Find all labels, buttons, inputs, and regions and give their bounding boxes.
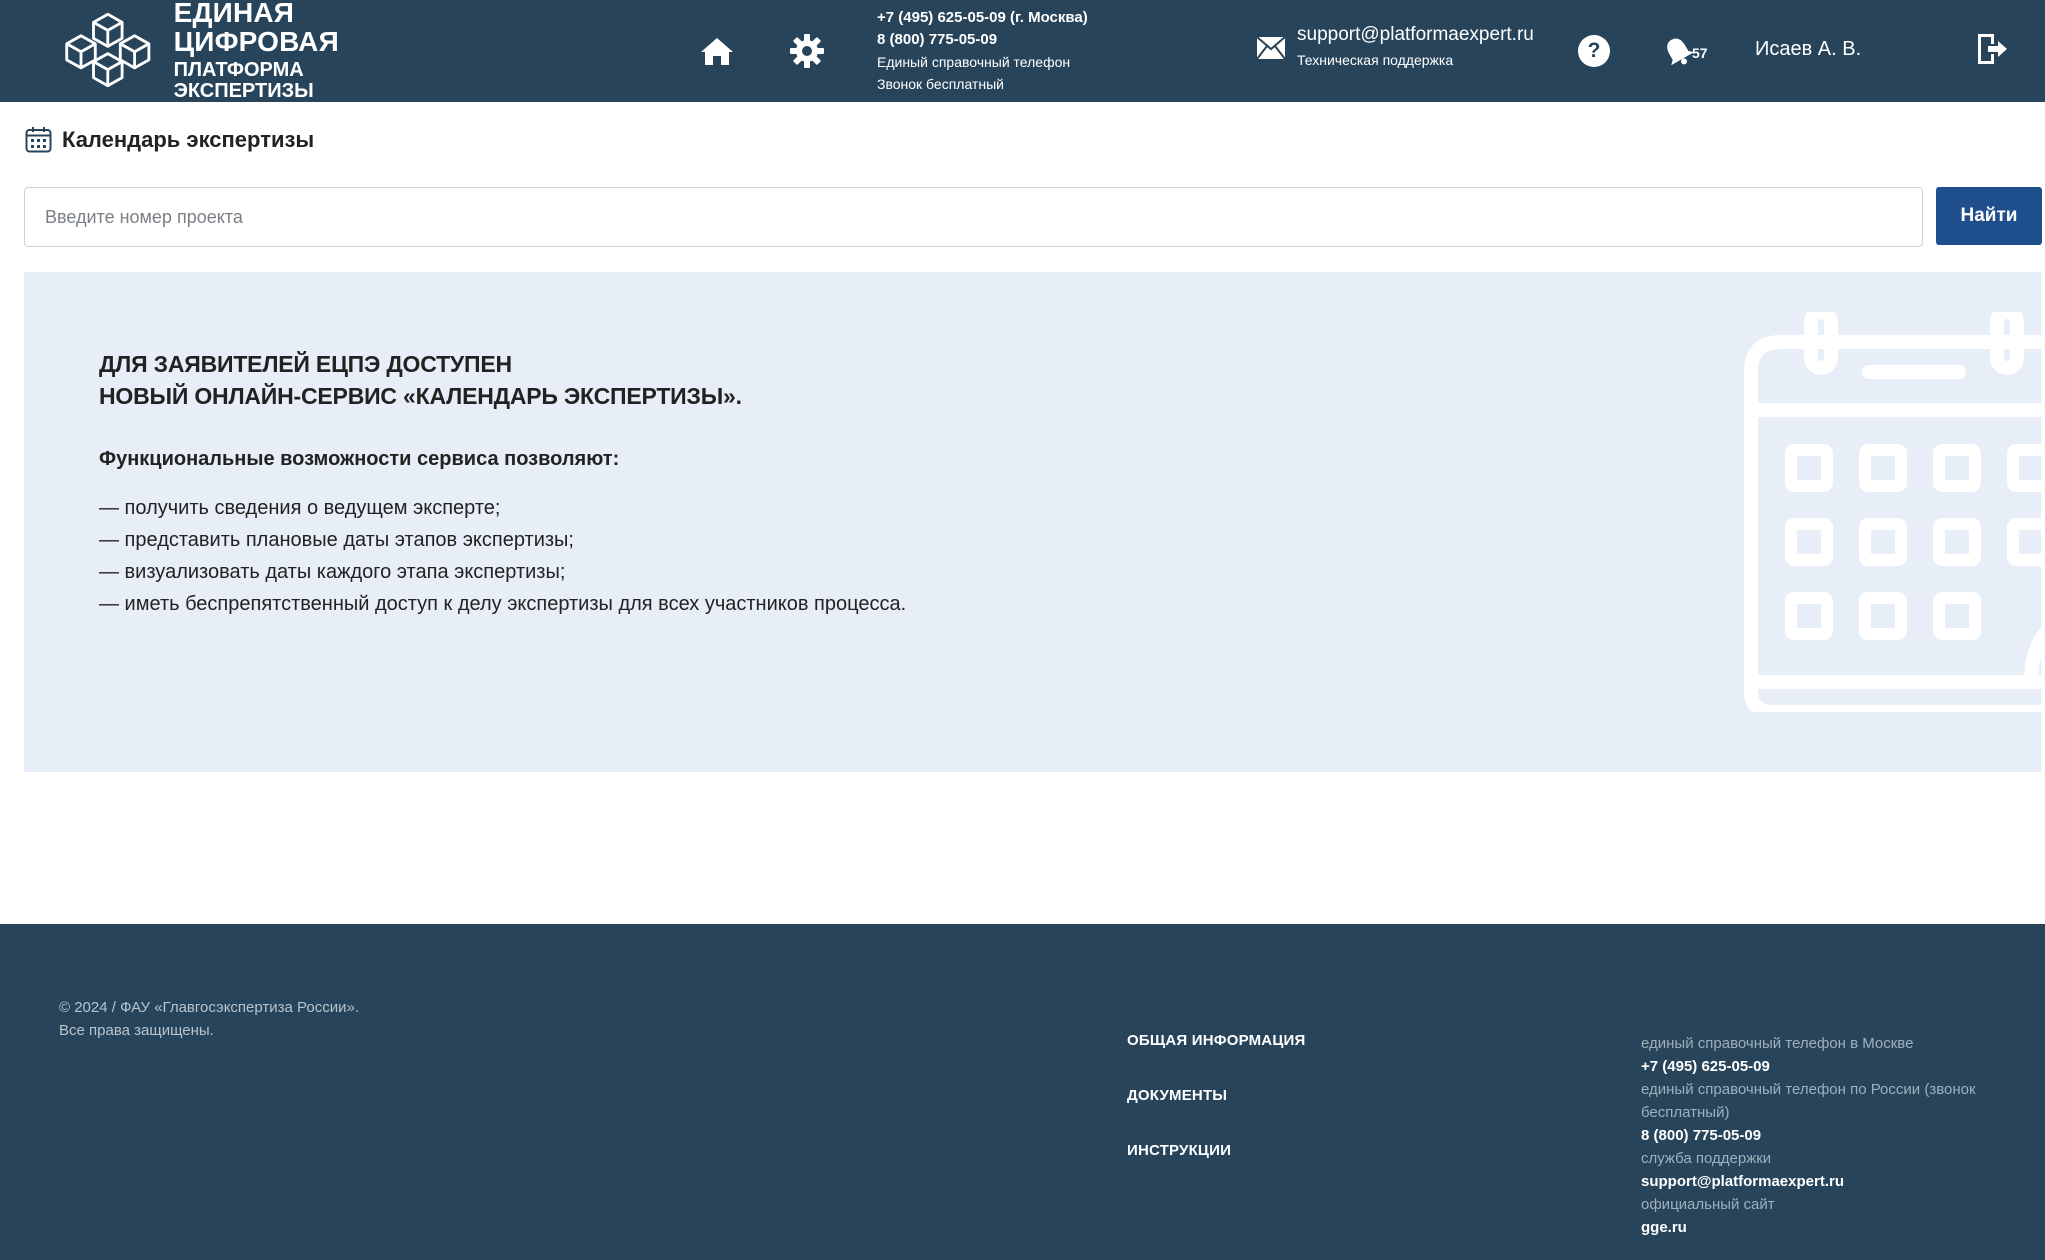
logo-cubes-icon	[65, 12, 151, 88]
logo-title: ЕДИНАЯ ЦИФРОВАЯ	[173, 0, 339, 57]
contact-label: единый справочный телефон по России (зво…	[1641, 1081, 1976, 1121]
calendar-icon	[25, 127, 52, 153]
logout-icon[interactable]	[1976, 32, 2008, 66]
user-name[interactable]: Исаев А. В.	[1755, 38, 1861, 61]
page-title: Календарь экспертизы	[62, 126, 315, 152]
copyright-line1: © 2024 / ФАУ «Главгосэкспертиза России».	[59, 999, 359, 1016]
feature-item: — визуализовать даты каждого этапа экспе…	[99, 561, 566, 583]
logo-subtitle: ПЛАТФОРМА ЭКСПЕРТИЗЫ	[173, 59, 314, 103]
copyright: © 2024 / ФАУ «Главгосэкспертиза России».…	[59, 996, 359, 1042]
info-banner: ДЛЯ ЗАЯВИТЕЛЕЙ ЕЦПЭ ДОСТУПЕН НОВЫЙ ОНЛАЙ…	[24, 272, 2041, 772]
top-header: ЕДИНАЯ ЦИФРОВАЯ ПЛАТФОРМА ЭКСПЕРТИЗЫ +7 …	[0, 0, 2045, 102]
header-phones: +7 (495) 625-05-09 (г. Москва) 8 (800) 7…	[877, 7, 1088, 95]
bell-icon[interactable]	[1660, 34, 1696, 68]
support-block: support@platformaexpert.ru Техническая п…	[1297, 24, 1534, 68]
features-list: — получить сведения о ведущем эксперте; …	[99, 492, 906, 620]
phone-free[interactable]: 8 (800) 775-05-09	[877, 29, 1088, 51]
search-button[interactable]: Найти	[1936, 187, 2042, 245]
banner-heading-line1: ДЛЯ ЗАЯВИТЕЛЕЙ ЕЦПЭ ДОСТУПЕН	[99, 351, 512, 377]
phone-moscow[interactable]: +7 (495) 625-05-09 (г. Москва)	[877, 7, 1088, 29]
footer-contacts: единый справочный телефон в Москве +7 (4…	[1641, 1032, 2001, 1239]
notifications-count-badge: 57	[1692, 45, 1708, 61]
help-icon: ?	[1587, 39, 1601, 62]
features-intro: Функциональные возможности сервиса позво…	[99, 448, 620, 470]
contact-label: официальный сайт	[1641, 1196, 1775, 1213]
help-button[interactable]: ?	[1578, 35, 1610, 67]
footer-link-general-info[interactable]: ОБЩАЯ ИНФОРМАЦИЯ	[1127, 1032, 1305, 1049]
contact-label: служба поддержки	[1641, 1150, 1772, 1167]
feature-item: — получить сведения о ведущем эксперте;	[99, 497, 501, 519]
settings-button[interactable]	[787, 31, 827, 71]
contact-phone-russia[interactable]: 8 (800) 775-05-09	[1641, 1124, 2001, 1147]
support-email-link[interactable]: support@platformaexpert.ru	[1297, 24, 1534, 46]
footer-link-instructions[interactable]: ИНСТРУКЦИИ	[1127, 1142, 1305, 1159]
support-label: Техническая поддержка	[1297, 52, 1454, 68]
feature-item: — представить плановые даты этапов экспе…	[99, 529, 574, 551]
contact-support-email[interactable]: support@platformaexpert.ru	[1641, 1170, 2001, 1193]
footer-nav: ОБЩАЯ ИНФОРМАЦИЯ ДОКУМЕНТЫ ИНСТРУКЦИИ	[1127, 1032, 1305, 1197]
project-number-search-input[interactable]	[24, 187, 1923, 247]
banner-heading-line2: НОВЫЙ ОНЛАЙН-СЕРВИС «КАЛЕНДАРЬ ЭКСПЕРТИЗ…	[99, 383, 742, 409]
platform-logo[interactable]: ЕДИНАЯ ЦИФРОВАЯ ПЛАТФОРМА ЭКСПЕРТИЗЫ	[56, 0, 436, 102]
feature-item: — иметь беспрепятственный доступ к делу …	[99, 593, 907, 615]
home-icon	[701, 38, 733, 65]
logo-text: ЕДИНАЯ ЦИФРОВАЯ ПЛАТФОРМА ЭКСПЕРТИЗЫ	[174, 0, 436, 102]
contact-phone-moscow[interactable]: +7 (495) 625-05-09	[1641, 1055, 2001, 1078]
page-footer: © 2024 / ФАУ «Главгосэкспертиза России».…	[0, 924, 2045, 1260]
contact-label: единый справочный телефон в Москве	[1641, 1035, 1914, 1052]
contact-website[interactable]: gge.ru	[1641, 1216, 2001, 1239]
phone-free-label: Звонок бесплатный	[877, 76, 1004, 92]
page-title-row: Календарь экспертизы	[25, 126, 314, 153]
footer-link-documents[interactable]: ДОКУМЕНТЫ	[1127, 1087, 1305, 1104]
copyright-line2: Все права защищены.	[59, 1022, 214, 1039]
phone-label: Единый справочный телефон	[877, 54, 1071, 70]
home-button[interactable]	[697, 31, 737, 71]
banner-heading: ДЛЯ ЗАЯВИТЕЛЕЙ ЕЦПЭ ДОСТУПЕН НОВЫЙ ОНЛАЙ…	[99, 348, 742, 412]
gear-icon	[790, 34, 824, 68]
calendar-illustration-icon	[1744, 312, 2041, 712]
mail-icon	[1256, 36, 1286, 60]
